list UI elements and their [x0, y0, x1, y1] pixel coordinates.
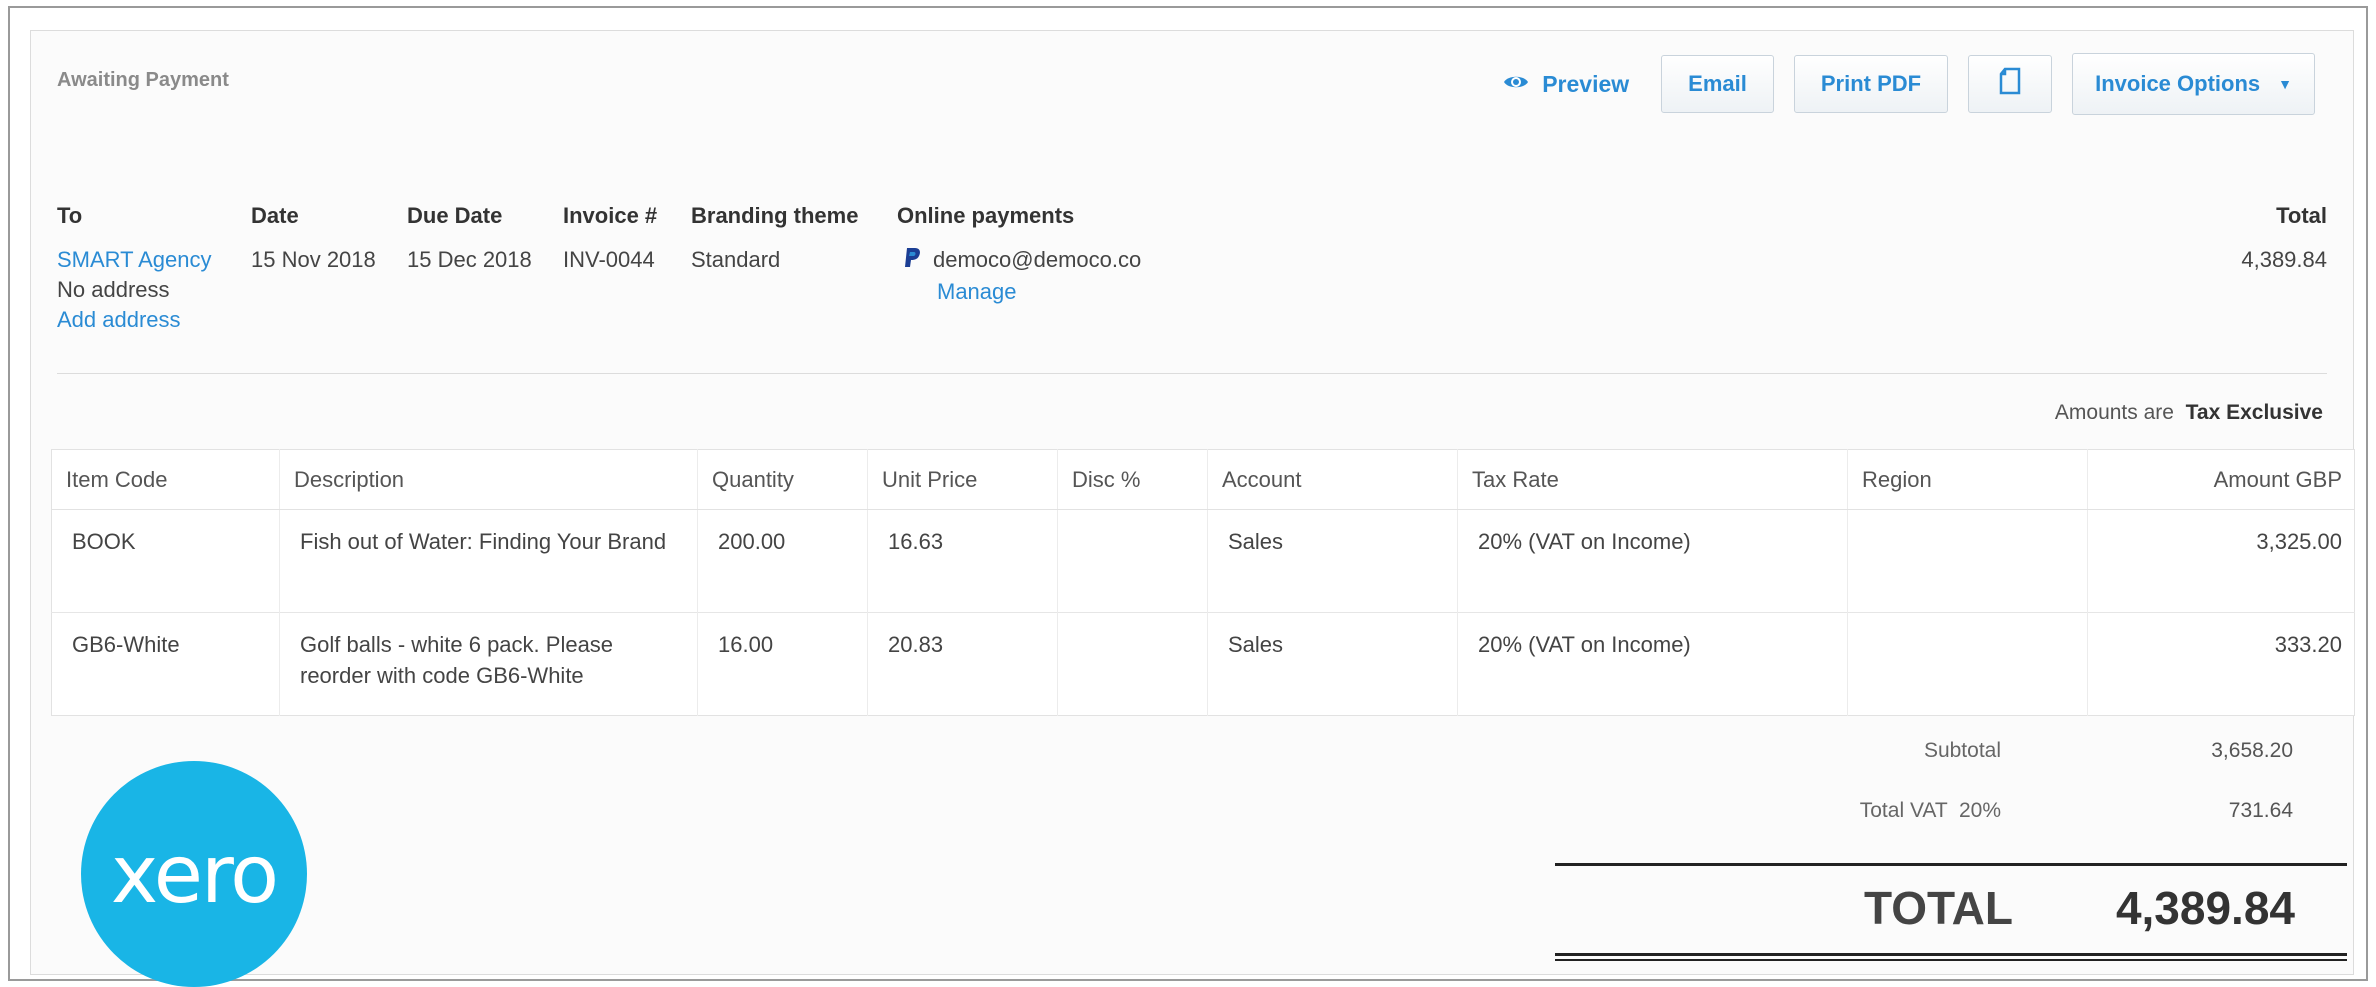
totals-rule	[1555, 863, 2347, 866]
col-header-region: Region	[1847, 449, 2088, 510]
date-column: Date 15 Nov 2018	[251, 203, 376, 275]
contact-link[interactable]: SMART Agency	[57, 245, 211, 275]
col-header-discount: Disc %	[1057, 449, 1208, 510]
chevron-down-icon: ▼	[2278, 76, 2292, 92]
cell-amount: 333.20	[2087, 612, 2355, 716]
cell-tax-rate[interactable]: 20% (VAT on Income)	[1457, 612, 1848, 716]
line-items-table: Item Code Description Quantity Unit Pric…	[51, 449, 2355, 716]
col-header-description: Description	[279, 449, 698, 510]
cell-quantity[interactable]: 16.00	[697, 612, 868, 716]
copy-icon	[1999, 67, 2021, 101]
col-header-item-code: Item Code	[51, 449, 280, 510]
paypal-icon	[903, 247, 921, 277]
tax-mode-prefix: Amounts are	[2054, 401, 2174, 424]
cell-unit-price[interactable]: 20.83	[867, 612, 1058, 716]
to-label: To	[57, 203, 83, 228]
online-payments-column: Online payments democo@democo.co Manage	[897, 203, 1141, 307]
add-address-link[interactable]: Add address	[57, 305, 211, 335]
col-header-unit-price: Unit Price	[867, 449, 1058, 510]
cell-tax-rate[interactable]: 20% (VAT on Income)	[1457, 509, 1848, 613]
preview-label: Preview	[1542, 70, 1630, 97]
table-row[interactable]: BOOK Fish out of Water: Finding Your Bra…	[51, 509, 2355, 613]
totals-double-rule-bottom	[1555, 959, 2347, 961]
tax-mode-value: Tax Exclusive	[2185, 401, 2323, 424]
date-value: 15 Nov 2018	[251, 247, 376, 272]
invoice-details: To SMART Agency No address Add address D…	[57, 203, 2327, 363]
due-date-value: 15 Dec 2018	[407, 247, 532, 272]
invoice-actions: Preview Email Print PDF Invoice Options …	[1490, 53, 2315, 115]
details-divider	[57, 373, 2327, 374]
online-payments-label: Online payments	[897, 203, 1075, 228]
invoice-number-value: INV-0044	[563, 247, 655, 272]
date-label: Date	[251, 203, 299, 228]
col-header-account: Account	[1207, 449, 1458, 510]
cell-account[interactable]: Sales	[1207, 612, 1458, 716]
cell-item-code[interactable]: GB6-White	[51, 612, 280, 716]
invoice-window: Awaiting Payment Preview Email Print PDF	[8, 6, 2368, 987]
cell-account[interactable]: Sales	[1207, 509, 1458, 613]
copy-button[interactable]	[1968, 55, 2053, 113]
grand-total-value: 4,389.84	[2115, 882, 2295, 934]
col-header-tax-rate: Tax Rate	[1457, 449, 1848, 510]
branding-value: Standard	[691, 247, 781, 272]
due-date-column: Due Date 15 Dec 2018	[407, 203, 532, 275]
invoice-options-label: Invoice Options	[2095, 71, 2261, 96]
subtotal-value: 3,658.20	[2211, 739, 2293, 762]
branding-label: Branding theme	[691, 203, 859, 228]
totals-double-rule-top	[1555, 953, 2347, 956]
subtotal-label: Subtotal	[1923, 739, 2001, 762]
contact-address: No address	[57, 277, 170, 302]
print-pdf-button[interactable]: Print PDF	[1793, 55, 1949, 113]
cell-amount: 3,325.00	[2256, 529, 2342, 554]
cell-discount[interactable]	[1057, 612, 1208, 716]
paypal-email: democo@democo.co	[933, 247, 1142, 272]
branding-column: Branding theme Standard	[691, 203, 858, 275]
col-header-amount: Amount GBP	[2087, 449, 2355, 510]
invoice-status: Awaiting Payment	[57, 69, 229, 91]
due-date-label: Due Date	[407, 203, 503, 228]
total-column: Total 4,389.84	[2241, 203, 2327, 275]
col-header-quantity: Quantity	[697, 449, 868, 510]
cell-item-code[interactable]: BOOK	[51, 509, 280, 613]
cell-region[interactable]	[1847, 612, 2088, 716]
eye-icon	[1502, 71, 1530, 98]
cell-description[interactable]: Fish out of Water: Finding Your Brand	[279, 509, 698, 613]
table-row[interactable]: GB6-White Golf balls - white 6 pack. Ple…	[51, 612, 2355, 716]
vat-value: 731.64	[2228, 799, 2293, 822]
manage-link[interactable]: Manage	[937, 277, 1141, 307]
xero-logo-text: xero	[110, 827, 279, 921]
xero-logo: xero	[81, 761, 307, 987]
email-button[interactable]: Email	[1661, 55, 1774, 113]
total-value: 4,389.84	[2241, 247, 2327, 272]
invoice-number-column: Invoice # INV-0044	[563, 203, 657, 275]
table-header-row: Item Code Description Quantity Unit Pric…	[51, 449, 2355, 510]
cell-description[interactable]: Golf balls - white 6 pack. Please reorde…	[279, 612, 698, 716]
cell-region[interactable]	[1847, 509, 2088, 613]
vat-label: Total VAT 20%	[1859, 799, 2001, 822]
preview-link[interactable]: Preview	[1490, 54, 1641, 114]
invoice-number-label: Invoice #	[563, 203, 658, 228]
cell-discount[interactable]	[1057, 509, 1208, 613]
invoice-panel: Awaiting Payment Preview Email Print PDF	[30, 30, 2355, 987]
cell-quantity[interactable]: 200.00	[697, 509, 868, 613]
to-column: To SMART Agency No address Add address	[57, 203, 211, 335]
grand-total-label: TOTAL	[1863, 882, 2013, 934]
total-label: Total	[2276, 203, 2327, 228]
tax-mode-note: Amounts are Tax Exclusive	[2055, 401, 2323, 425]
cell-unit-price[interactable]: 16.63	[867, 509, 1058, 613]
invoice-options-button[interactable]: Invoice Options ▼	[2072, 53, 2315, 115]
